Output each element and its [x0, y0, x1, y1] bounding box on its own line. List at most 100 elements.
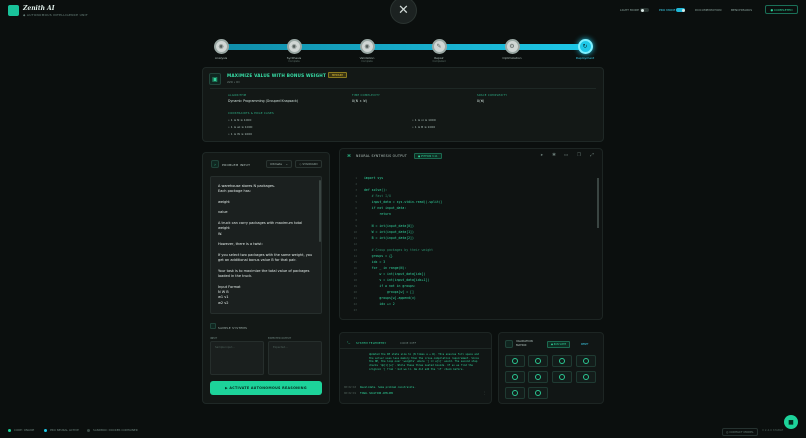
code-text: return [364, 212, 391, 216]
pipeline-stage-label: Optimization [502, 56, 522, 60]
pipeline-stage-analysis[interactable]: ◉ [213, 39, 229, 54]
stage-icon: ✎ [436, 43, 442, 50]
problem-id: 220 • ID [227, 80, 240, 84]
sample-input-field[interactable]: Sample input... [210, 341, 264, 375]
pipeline-stage-repair[interactable]: ✎ [431, 39, 447, 54]
pipeline-stage-status: Complete [361, 60, 373, 63]
play-icon[interactable]: ▸ [539, 153, 545, 159]
code-text: # Fast I/O [364, 194, 391, 198]
validation-test-cell[interactable] [505, 355, 525, 367]
validation-test-cell[interactable] [528, 371, 548, 383]
pipeline-stage-validation[interactable]: ◉ [359, 39, 375, 54]
problem-input-title: PROBLEM INPUT [222, 163, 251, 167]
completed-status-button[interactable]: ● COMPLETED [765, 5, 798, 14]
line-number: 16 [353, 266, 357, 270]
copy-icon[interactable]: ❐ [576, 153, 582, 159]
problem-text-area[interactable]: A warehouse stores N packages. Each packa… [210, 176, 322, 314]
problem-title: MAXIMIZE VALUE WITH BONUS WEIGHT PAIRS [227, 73, 343, 78]
check-circle-icon [512, 374, 518, 380]
code-text: B = int(input_data[2]) [364, 236, 414, 240]
chat-icon: ■ [788, 418, 794, 426]
problem-text-scrollbar[interactable] [319, 180, 321, 242]
contact-model-button[interactable]: ◎ CONTACT MODEL [722, 428, 758, 436]
code-text: import sys [364, 176, 384, 180]
tab-system-telemetry[interactable]: SYSTEM TELEMETRY [356, 341, 386, 345]
constraint-item: • 1 ≤ W ≤ 1000 [228, 132, 253, 136]
chevron-down-icon: ⌄ [285, 162, 288, 166]
trash-icon[interactable]: ▭ [563, 153, 569, 159]
code-text: groups = {} [364, 254, 393, 258]
validation-test-cell[interactable] [576, 371, 596, 383]
version-label: V 2.4.0 STABLE [762, 428, 784, 432]
line-number: 2 [355, 182, 357, 186]
validation-test-cell[interactable] [505, 371, 525, 383]
code-text: for _ in range(N): [364, 266, 407, 270]
tab-code-diff[interactable]: CODE DIFF [400, 341, 416, 345]
line-number: 10 [353, 230, 357, 234]
expand-icon[interactable]: ⤢ [589, 153, 595, 159]
problem-text-line: A truck can carry packages with maximum … [218, 221, 303, 231]
validation-test-cell[interactable] [505, 387, 525, 399]
samples-icon [210, 323, 216, 329]
telemetry-log-text: Updated the DP state size to (N times a … [369, 353, 479, 371]
run-suite-button[interactable]: ● RUN SUITE [547, 341, 571, 348]
close-icon: ✕ [398, 3, 409, 18]
terminal-tab-icon: ›_ [347, 340, 351, 344]
pipeline-stage-deployment[interactable]: ↻ [577, 39, 593, 54]
pipeline-stage-status: Complete [288, 60, 300, 63]
constraint-item: • 1 ≤ wi ≤ 1000 [228, 125, 253, 129]
algorithm-value: Dynamic Programming (Grouped Knapsack) [228, 99, 299, 103]
code-text: # Group packages by their weight [364, 248, 434, 252]
settings-icon[interactable]: ✱ [551, 153, 557, 159]
pipeline-stage-optimization[interactable]: ⚙ [504, 39, 520, 54]
standard-button[interactable]: ◇ STANDARD [295, 160, 322, 168]
code-text: w = int(input_data[idx]) [364, 272, 426, 276]
documentation-link[interactable]: DOCUMENTATION [695, 8, 721, 12]
line-number: 20 [353, 290, 357, 294]
pro-mode-switch[interactable] [676, 8, 686, 12]
activate-reasoning-button[interactable]: ▶ ACTIVATE AUTONOMOUS REASONING [210, 381, 322, 395]
difficulty-select[interactable]: Ultimate ⌄ [266, 160, 292, 168]
line-number: 13 [353, 248, 357, 252]
code-editor[interactable]: 1 import sys 2 3 def solve(): 4 # Fast I/O 5 i… [347, 175, 601, 320]
pipeline-stage-synthesis[interactable]: ◉ [286, 39, 302, 54]
samples-title: SAMPLE SYSTEMS [218, 326, 248, 330]
line-number: 18 [353, 278, 357, 282]
code-text: groups[w] = [] [364, 290, 414, 294]
validation-test-cell[interactable] [552, 355, 572, 367]
line-number: 8 [355, 218, 357, 222]
constraint-item: • 1 ≤ B ≤ 1000 [412, 125, 436, 129]
stage-icon: ↻ [582, 43, 588, 50]
constraints-label: CONSTRAINTS & EDGE CASES [228, 112, 274, 115]
line-number: 6 [355, 206, 357, 210]
validation-test-cell[interactable] [576, 355, 596, 367]
code-text: v = int(input_data[idx+1]) [364, 278, 430, 282]
code-scrollbar[interactable] [597, 178, 599, 228]
sample-output-field[interactable]: Expected... [268, 341, 322, 375]
pro-status: PRO NEURAL ACTIVE [44, 428, 79, 432]
line-number: 23 [353, 308, 357, 312]
code-line: 23 [347, 307, 601, 313]
line-number: 11 [353, 236, 357, 240]
light-mode-toggle[interactable]: LIGHT MODE [620, 8, 650, 12]
code-text: idx += 2 [364, 302, 395, 306]
pro-mode-toggle[interactable]: PRO MODE [659, 8, 686, 12]
constraint-item: • 1 ≤ vi ≤ 1000 [412, 118, 436, 122]
line-number: 22 [353, 302, 357, 306]
shield-icon [505, 340, 513, 348]
validation-test-cell[interactable] [528, 387, 548, 399]
check-circle-icon [512, 358, 518, 364]
reset-button[interactable]: RESET [578, 341, 591, 348]
more-vertical-icon[interactable]: ⋮ [483, 391, 487, 395]
validation-test-cell[interactable] [528, 355, 548, 367]
problem-icon: ▣ [209, 73, 221, 85]
stage-icon: ◉ [364, 43, 370, 50]
chat-button[interactable]: ■ [784, 415, 798, 429]
app-title: Zenith AI [23, 5, 55, 12]
benchmarks-link[interactable]: BENCHMARKS [731, 8, 752, 12]
code-text: def solve(): [364, 188, 388, 192]
light-mode-switch[interactable] [640, 8, 650, 12]
close-button[interactable]: ✕ [390, 0, 417, 24]
difficulty-badge: MEDIUM [328, 72, 347, 78]
validation-test-cell[interactable] [552, 371, 572, 383]
